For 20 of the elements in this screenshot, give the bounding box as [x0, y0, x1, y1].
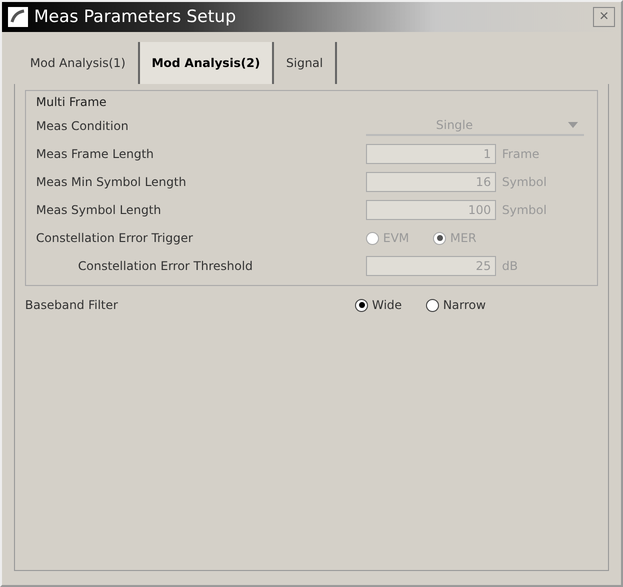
app-icon [8, 7, 28, 27]
tab[interactable]: Mod Analysis(2) [140, 42, 274, 84]
field-label: Baseband Filter [25, 298, 119, 312]
window-title: Meas Parameters Setup [34, 7, 237, 27]
radio-option[interactable]: Narrow [426, 298, 486, 312]
close-button[interactable]: × [593, 7, 615, 27]
unit-label: Symbol [502, 175, 547, 189]
unit-label: Frame [502, 147, 540, 161]
group-title: Multi Frame [36, 95, 108, 109]
field-label: Meas Frame Length [36, 147, 155, 161]
radio-option[interactable]: Wide [355, 298, 402, 312]
unit-label: Symbol [502, 203, 547, 217]
tab[interactable]: Signal [274, 42, 337, 84]
field-label: Constellation Error Threshold [77, 259, 254, 273]
field-label: Constellation Error Trigger [36, 231, 194, 245]
field-label: Meas Symbol Length [36, 203, 162, 217]
field-label: Meas Condition [36, 119, 130, 133]
caret-icon [568, 122, 578, 128]
field-label: Meas Min Symbol Length [36, 175, 188, 189]
unit-label: dB [502, 259, 518, 273]
